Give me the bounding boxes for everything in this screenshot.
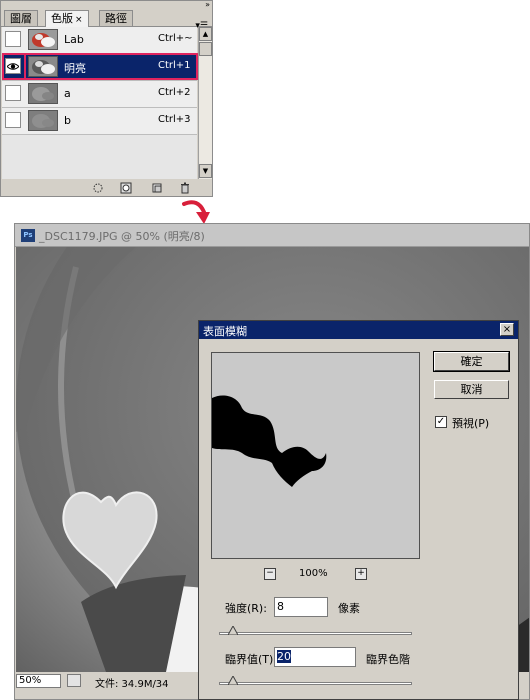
preview-checkbox-label: 預視(P) [452, 417, 490, 430]
document-title: _DSC1179.JPG @ 50% (明亮/8) [39, 230, 205, 243]
channel-thumbnail [28, 110, 58, 131]
filter-preview[interactable] [211, 352, 420, 559]
zoom-input[interactable]: 50% [16, 674, 61, 688]
channel-name: a [64, 87, 71, 100]
visibility-toggle[interactable] [5, 31, 21, 47]
radius-unit: 像素 [338, 602, 360, 615]
new-channel-icon[interactable] [151, 182, 163, 194]
threshold-value: 20 [277, 650, 291, 663]
panel-bottom-bar [1, 180, 212, 196]
radius-label: 強度(R): [225, 602, 267, 615]
channel-thumbnail [28, 56, 58, 77]
load-selection-icon[interactable] [92, 182, 104, 194]
threshold-unit: 臨界色階 [366, 653, 410, 666]
channel-name: 明亮 [64, 62, 86, 75]
channels-panel: » 圖層 色版 × 路徑 ▾☰ Lab Ctrl+~ 明亮 Ctrl+1 a C… [0, 0, 213, 197]
close-icon[interactable]: × [500, 323, 514, 336]
threshold-label: 臨界值(T): [225, 653, 278, 666]
tab-layers[interactable]: 圖層 [4, 10, 38, 26]
preview-image [212, 353, 419, 558]
surface-blur-dialog: 表面模糊 × − 100% + 確定 取消 ✓ 預視(P) 強度(R): 8 像… [198, 320, 519, 700]
visibility-toggle[interactable] [5, 112, 21, 128]
channel-thumbnail [28, 83, 58, 104]
dialog-title: 表面模糊 [203, 325, 247, 338]
double-chevron-icon[interactable]: » [205, 1, 210, 9]
photoshop-icon: Ps [21, 229, 35, 242]
document-title-bar[interactable]: Ps _DSC1179.JPG @ 50% (明亮/8) [15, 224, 529, 247]
radius-slider[interactable] [219, 632, 412, 635]
zoom-menu-icon[interactable] [67, 674, 81, 687]
dialog-title-bar[interactable]: 表面模糊 × [199, 321, 518, 339]
threshold-slider-handle[interactable] [228, 676, 238, 685]
radius-input[interactable]: 8 [274, 597, 328, 617]
scroll-down-icon[interactable]: ▼ [199, 164, 212, 178]
channel-name: Lab [64, 33, 84, 46]
save-selection-icon[interactable] [120, 182, 132, 194]
channel-shortcut: Ctrl+1 [158, 60, 191, 71]
panel-tabs: 圖層 色版 × 路徑 ▾☰ [1, 10, 212, 31]
ok-button[interactable]: 確定 [433, 351, 510, 372]
visibility-toggle[interactable] [5, 58, 21, 74]
channel-row-b[interactable]: b Ctrl+3 [2, 108, 197, 135]
channel-shortcut: Ctrl+3 [158, 114, 191, 125]
threshold-slider[interactable] [219, 682, 412, 685]
preview-zoom-level: 100% [299, 568, 328, 579]
preview-checkbox[interactable]: ✓ [435, 416, 447, 428]
channel-shortcut: Ctrl+~ [158, 33, 193, 44]
channel-thumbnail [28, 29, 58, 50]
channel-list: Lab Ctrl+~ 明亮 Ctrl+1 a Ctrl+2 b Ctrl+3 [2, 27, 197, 179]
scroll-thumb[interactable] [199, 42, 212, 56]
visibility-toggle[interactable] [5, 85, 21, 101]
threshold-input[interactable]: 20 [274, 647, 356, 667]
tab-channels[interactable]: 色版 × [45, 10, 89, 27]
file-info: 文件: 34.9M/34 [95, 679, 169, 690]
delete-channel-icon[interactable] [179, 182, 191, 194]
channel-row-lab[interactable]: Lab Ctrl+~ [2, 27, 197, 54]
channel-shortcut: Ctrl+2 [158, 87, 191, 98]
channel-list-scrollbar[interactable]: ▲ ▼ [198, 27, 212, 179]
zoom-in-icon[interactable]: + [355, 568, 367, 580]
tab-paths[interactable]: 路徑 [99, 10, 133, 26]
channel-name: b [64, 114, 71, 127]
radius-slider-handle[interactable] [228, 626, 238, 635]
channel-row-a[interactable]: a Ctrl+2 [2, 81, 197, 108]
scroll-up-icon[interactable]: ▲ [199, 27, 212, 41]
cancel-button[interactable]: 取消 [434, 380, 509, 399]
channel-row-lightness[interactable]: 明亮 Ctrl+1 [2, 54, 197, 81]
zoom-out-icon[interactable]: − [264, 568, 276, 580]
panel-header: » [1, 1, 212, 10]
tab-close-icon[interactable]: × [75, 15, 83, 25]
eye-icon [7, 63, 19, 70]
